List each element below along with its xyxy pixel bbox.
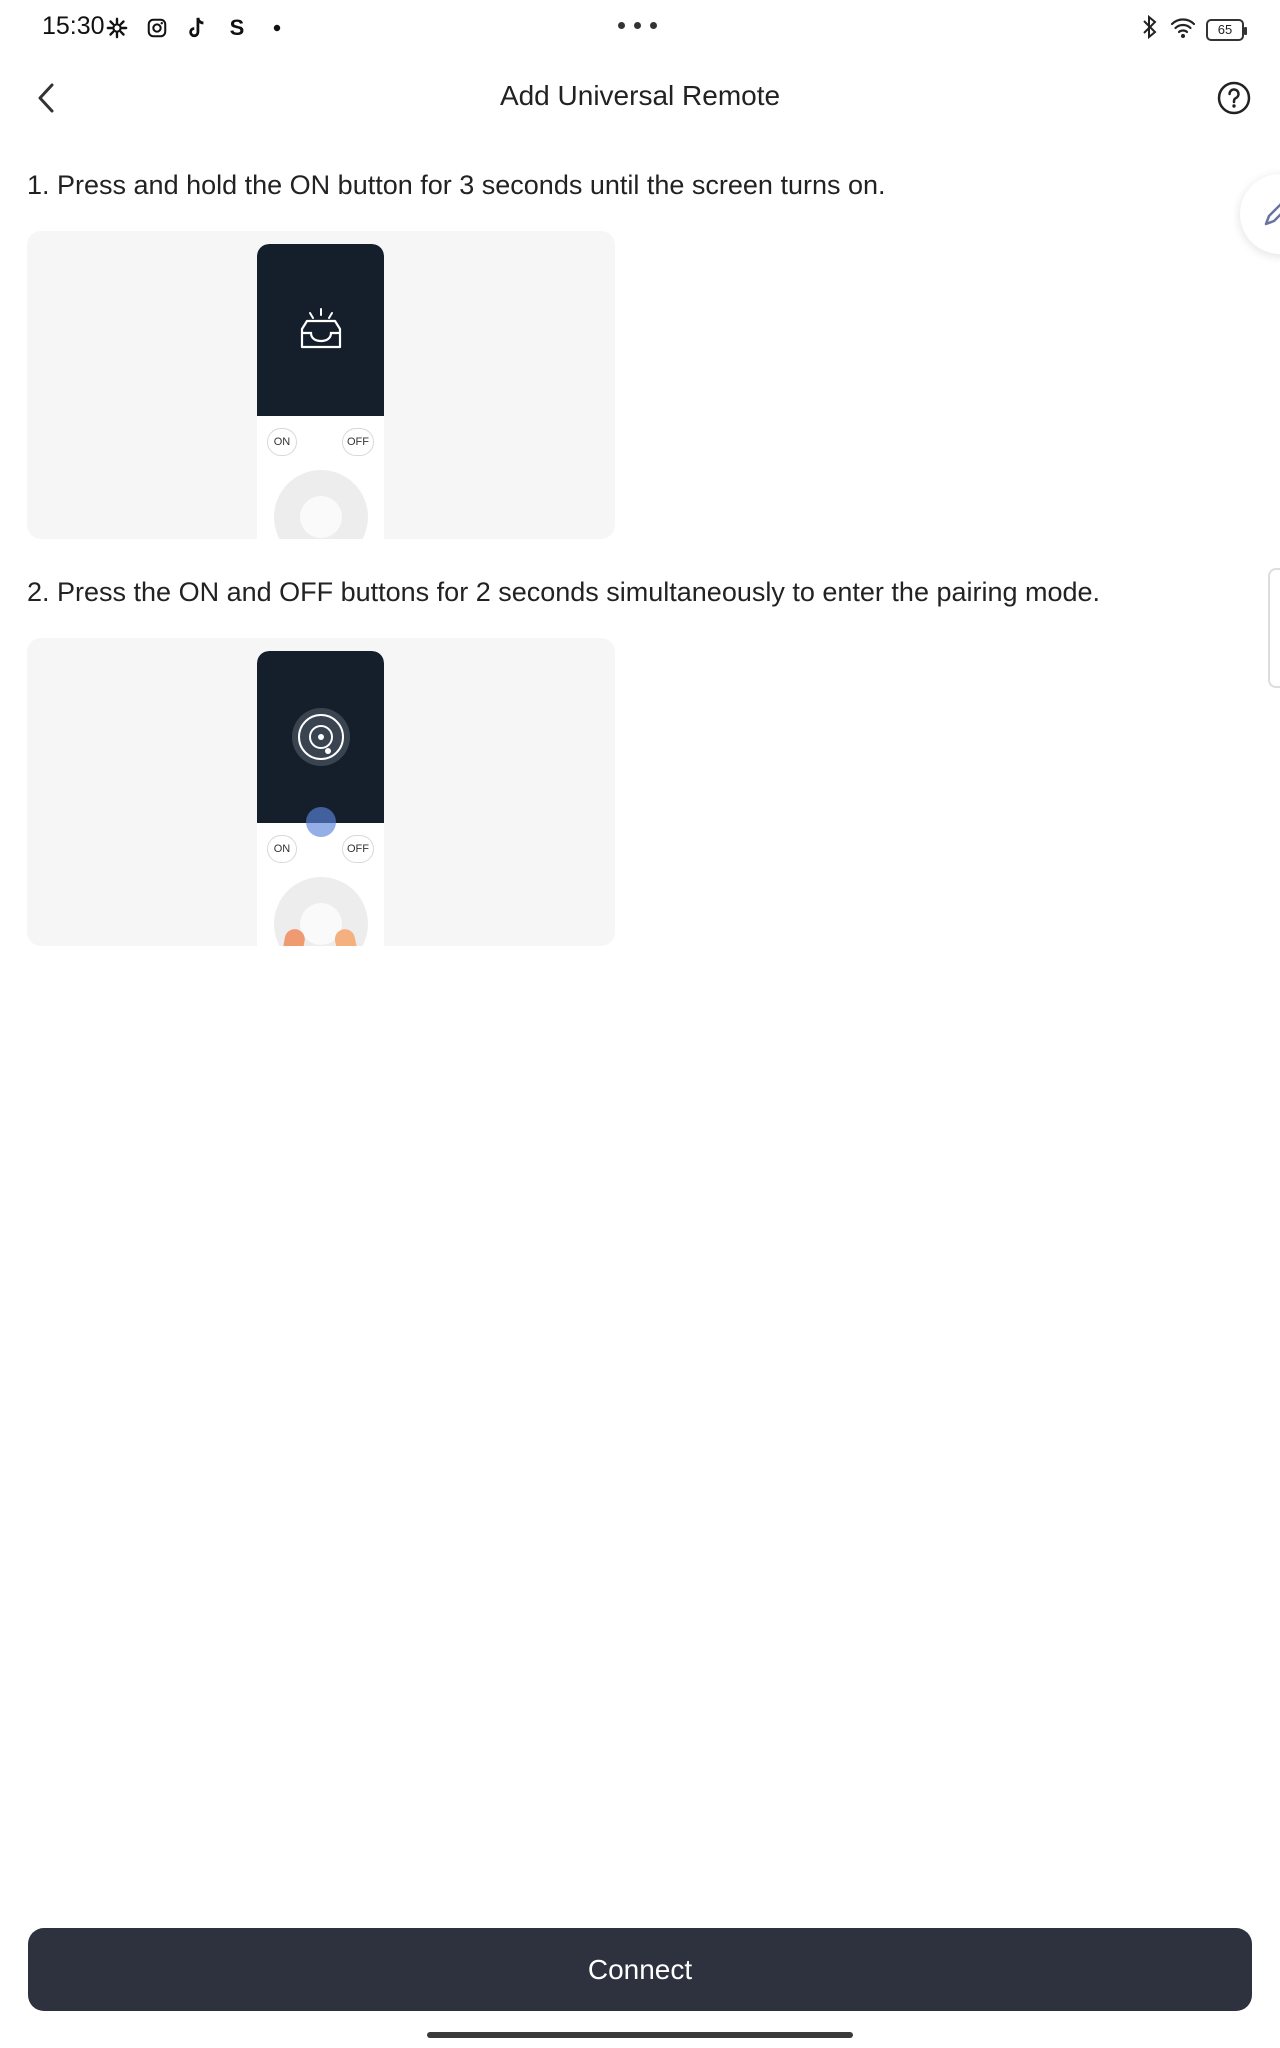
status-time: 15:30 <box>42 12 105 40</box>
remote-on-button: ON <box>267 428 297 456</box>
step-1-text: 1. Press and hold the ON button for 3 se… <box>27 170 886 200</box>
status-system-icons: 65 <box>1140 14 1247 45</box>
remote-dial <box>274 470 368 539</box>
step-1-illustration: ON OFF <box>27 231 615 539</box>
tiktok-icon <box>184 14 210 42</box>
remote-illustration: ON OFF <box>257 651 384 946</box>
edit-floating-button[interactable] <box>1240 174 1280 254</box>
dot-icon <box>264 14 290 42</box>
page-title: Add Universal Remote <box>499 80 781 111</box>
more-dots-icon[interactable] <box>618 22 657 29</box>
remote-screen <box>257 244 384 416</box>
header: Add Universal Remote <box>0 62 1280 134</box>
gear-icon <box>104 14 130 42</box>
side-scroll-handle[interactable] <box>1268 568 1280 688</box>
bluetooth-icon <box>1140 14 1160 45</box>
remote-off-button: OFF <box>342 835 374 863</box>
step-2-text: 2. Press the ON and OFF buttons for 2 se… <box>27 577 1101 607</box>
remote-off-button: OFF <box>342 428 374 456</box>
remote-screen <box>257 651 384 823</box>
help-button[interactable] <box>1210 74 1258 122</box>
instagram-icon <box>144 14 170 42</box>
pencil-icon <box>1264 203 1280 226</box>
home-indicator[interactable] <box>427 2032 853 2038</box>
lamp-on-icon <box>300 308 341 349</box>
connect-button[interactable]: Connect <box>28 1928 1252 2011</box>
step-2-illustration: ON OFF <box>27 638 615 946</box>
battery-icon: 65 <box>1206 18 1247 41</box>
remote-illustration: ON OFF <box>257 244 384 539</box>
wifi-icon <box>1170 15 1196 44</box>
press-pulse-indicator <box>306 807 336 837</box>
status-notification-icons: S <box>104 14 290 42</box>
radar-icon <box>291 708 350 766</box>
question-circle-icon <box>1217 81 1251 115</box>
s-app-icon: S <box>229 15 245 40</box>
status-bar: 15:30 S 65 <box>0 0 1280 56</box>
remote-on-button: ON <box>267 835 297 863</box>
